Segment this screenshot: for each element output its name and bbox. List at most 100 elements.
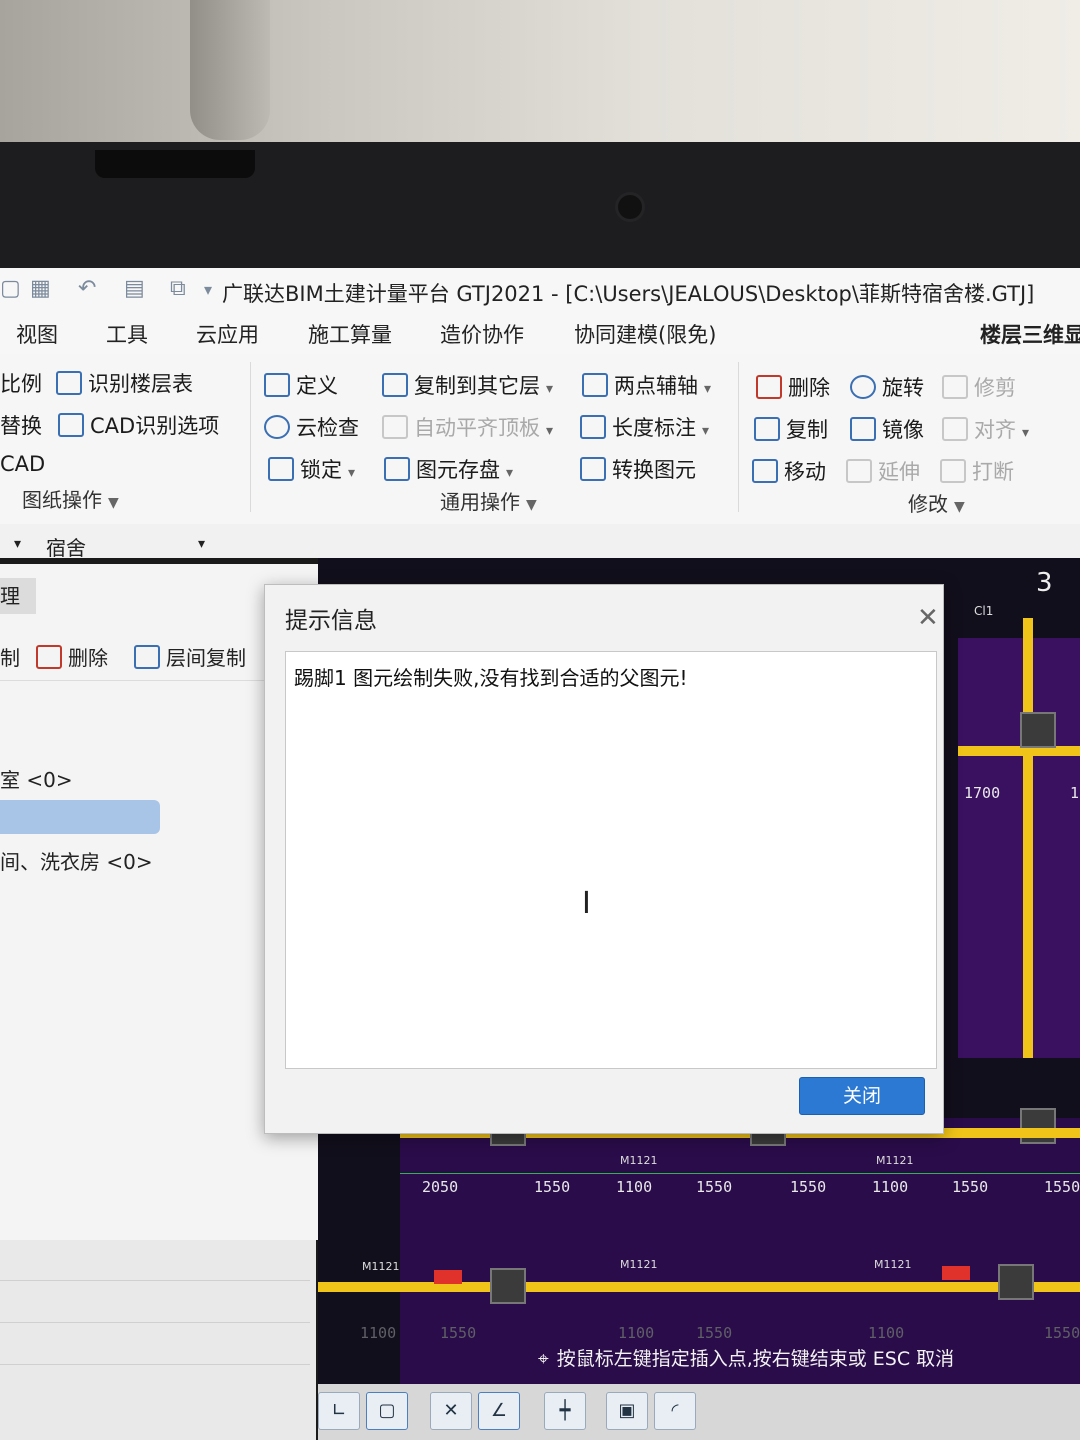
identify-floor-table-label: 识别楼层表 <box>88 372 193 396</box>
copy-label: 复制 <box>786 418 828 442</box>
save-icon[interactable]: ▤ <box>124 276 145 301</box>
dimension-text: 1700 <box>964 784 1001 802</box>
cloud-check-button[interactable]: 云检查 <box>264 412 359 442</box>
scale-button[interactable]: 比例 <box>0 368 42 398</box>
move-button[interactable]: 移动 <box>752 456 826 486</box>
replace-button[interactable]: 替换 <box>0 410 42 440</box>
snap-icon[interactable]: ┿ <box>544 1392 586 1430</box>
dimension-text: 1550 <box>1044 1178 1080 1196</box>
align-icon <box>942 417 968 441</box>
auto-align-top-button[interactable]: 自动平齐顶板 ▾ <box>382 412 553 442</box>
chevron-down-icon: ▼ <box>954 499 965 515</box>
extend-icon <box>846 459 872 483</box>
trim-button[interactable]: 修剪 <box>942 372 1016 402</box>
floor-dropdown[interactable]: 宿舍 <box>46 532 86 561</box>
dialog-message: 踢脚1 图元绘制失败,没有找到合适的父图元! <box>294 666 688 690</box>
define-label: 定义 <box>296 374 338 398</box>
angle-icon[interactable]: ∠ <box>478 1392 520 1430</box>
rectangle-select-icon[interactable]: ▢ <box>366 1392 408 1430</box>
grid-icon[interactable]: ▦ <box>30 276 51 301</box>
undo-icon[interactable]: ↶ <box>78 276 96 301</box>
cad-options-button[interactable]: CAD识别选项 <box>58 410 219 440</box>
convert-element-button[interactable]: 转换图元 <box>580 454 696 484</box>
trash-icon <box>756 375 782 399</box>
panel-floor-copy-label: 层间复制 <box>166 646 246 670</box>
menu-tools[interactable]: 工具 <box>106 319 148 349</box>
row-divider <box>0 1322 310 1323</box>
dimension-text: 1550 <box>440 1324 477 1342</box>
chevron-down-icon[interactable]: ▾ <box>14 536 21 552</box>
copy-floor-icon <box>382 373 408 397</box>
dimension-text: 1100 <box>616 1178 653 1196</box>
axis-label: 3 <box>1036 568 1053 598</box>
cloud-check-label: 云检查 <box>296 416 359 440</box>
identify-floor-table-button[interactable]: 识别楼层表 <box>56 368 193 398</box>
chevron-down-icon: ▼ <box>526 497 537 513</box>
menu-collab-modeling[interactable]: 协同建模(限免) <box>574 319 716 349</box>
rotate-button[interactable]: 旋转 <box>850 372 924 402</box>
close-button[interactable]: 关闭 <box>799 1077 925 1115</box>
door-mark: M1121 <box>876 1154 914 1167</box>
dimension-text: 1550 <box>1044 1324 1080 1342</box>
menu-cloud[interactable]: 云应用 <box>196 319 259 349</box>
panel-action-copy[interactable]: 制 <box>0 642 20 671</box>
panel-delete-button[interactable]: 删除 <box>36 642 108 671</box>
corner-icon[interactable]: ∟ <box>318 1392 360 1430</box>
convert-element-label: 转换图元 <box>612 458 696 482</box>
align-button[interactable]: 对齐 ▾ <box>942 414 1029 444</box>
lower-left-panel <box>0 1240 322 1440</box>
dimension-text: 1550 <box>790 1178 827 1196</box>
delete-button[interactable]: 删除 <box>756 372 830 402</box>
trash-icon <box>36 645 62 669</box>
extend-label: 延伸 <box>878 460 920 484</box>
cloud-check-icon <box>264 415 290 439</box>
copy-to-other-floor-button[interactable]: 复制到其它层 ▾ <box>382 370 553 400</box>
common-ops-group[interactable]: 通用操作 ▼ <box>440 486 537 515</box>
element-save-button[interactable]: 图元存盘 ▾ <box>384 454 513 484</box>
define-button[interactable]: 定义 <box>264 370 338 400</box>
message-box[interactable]: 踢脚1 图元绘制失败,没有找到合适的父图元! I <box>285 651 937 1069</box>
dimension-text: 1100 <box>618 1324 655 1342</box>
chevron-down-icon: ▾ <box>348 465 356 481</box>
dimension-text: 1100 <box>868 1324 905 1342</box>
menu-view[interactable]: 视图 <box>16 319 58 349</box>
lock-button[interactable]: 锁定 ▾ <box>268 454 355 484</box>
quick-access-icon[interactable]: ▢ <box>0 276 21 301</box>
element-save-label: 图元存盘 <box>416 458 500 482</box>
define-icon <box>264 373 290 397</box>
mirror-button[interactable]: 镜像 <box>850 414 924 444</box>
rotate-label: 旋转 <box>882 376 924 400</box>
cross-select-icon[interactable]: ✕ <box>430 1392 472 1430</box>
selected-list-item[interactable] <box>0 800 160 834</box>
drawing-ops-group[interactable]: 图纸操作 ▼ <box>22 484 119 513</box>
convert-element-icon <box>580 457 606 481</box>
extend-button[interactable]: 延伸 <box>846 456 920 486</box>
menu-floor-3d[interactable]: 楼层三维显 <box>980 319 1080 349</box>
panel-tab[interactable]: 理 <box>0 578 36 614</box>
list-item[interactable]: 间、洗衣房 <0> <box>0 846 153 875</box>
chevron-down-icon[interactable]: ▾ <box>198 536 205 552</box>
arc-icon[interactable]: ◜ <box>654 1392 696 1430</box>
copy-button[interactable]: 复制 <box>754 414 828 444</box>
list-item[interactable]: 室 <0> <box>0 764 73 793</box>
break-button[interactable]: 打断 <box>940 456 1014 486</box>
modify-group[interactable]: 修改 ▼ <box>908 488 965 517</box>
monitor-icon[interactable]: ▣ <box>606 1392 648 1430</box>
length-dimension-button[interactable]: 长度标注 ▾ <box>580 412 709 442</box>
panel-floor-copy-button[interactable]: 层间复制 <box>134 642 246 671</box>
menu-cost-collab[interactable]: 造价协作 <box>440 319 524 349</box>
break-icon <box>940 459 966 483</box>
webcam <box>618 195 642 219</box>
floor-table-icon <box>56 371 82 395</box>
room-fill <box>958 638 1080 1058</box>
chevron-down-icon: ▾ <box>546 381 554 397</box>
rotate-icon <box>850 375 876 399</box>
close-icon[interactable]: ✕ <box>917 605 939 631</box>
title-bar: ▢ ▦ ↶ ▤ ⧉ ▾ 广联达BIM土建计量平台 GTJ2021 - [C:\U… <box>0 268 1080 315</box>
marker <box>434 1270 462 1284</box>
two-point-axis-button[interactable]: 两点辅轴 ▾ <box>582 370 711 400</box>
cad-button[interactable]: CAD <box>0 452 45 476</box>
quick-access-dropdown-icon[interactable]: ▾ <box>204 280 212 299</box>
menu-construction[interactable]: 施工算量 <box>308 319 392 349</box>
new-window-icon[interactable]: ⧉ <box>170 276 186 301</box>
